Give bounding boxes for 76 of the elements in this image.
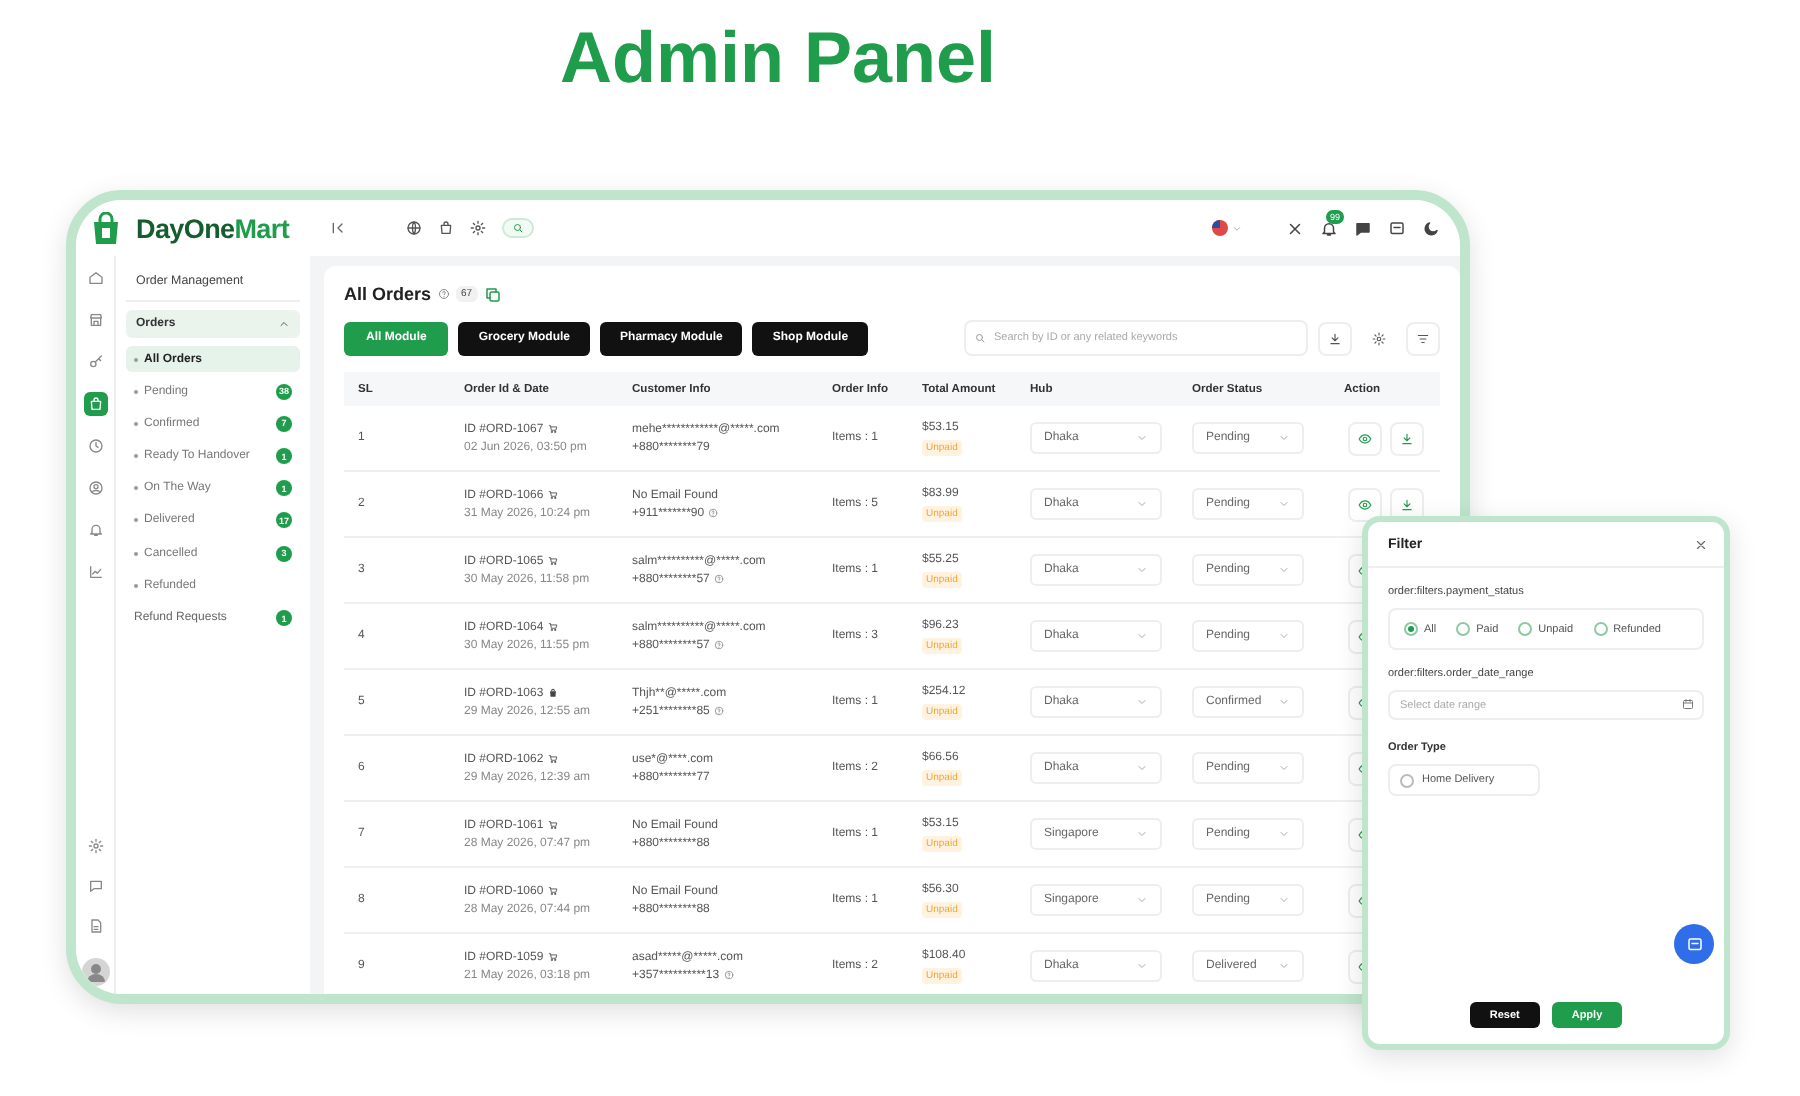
settings-icon bbox=[1372, 331, 1386, 345]
chevron-down-icon bbox=[1278, 498, 1290, 510]
chevron-down-icon bbox=[1136, 498, 1148, 510]
close-icon[interactable] bbox=[1286, 219, 1304, 237]
flag-icon bbox=[1212, 220, 1228, 236]
chevron-down-icon bbox=[1232, 223, 1242, 233]
view-button[interactable] bbox=[1348, 487, 1382, 521]
gear-icon[interactable] bbox=[87, 838, 103, 854]
chat-button[interactable] bbox=[1674, 924, 1714, 964]
settings-icon[interactable] bbox=[469, 220, 486, 236]
calendar-icon bbox=[1682, 698, 1694, 710]
checkbox[interactable] bbox=[1400, 773, 1414, 787]
chevron-down-icon bbox=[1278, 828, 1290, 840]
home-icon bbox=[87, 270, 103, 286]
chevron-down-icon bbox=[1136, 432, 1148, 444]
filter-icon bbox=[1416, 331, 1430, 345]
chevron-down-icon bbox=[1278, 696, 1290, 708]
globe-icon[interactable] bbox=[405, 220, 422, 236]
bag-icon bbox=[87, 396, 103, 412]
user-icon bbox=[87, 480, 103, 496]
chevron-down-icon bbox=[1136, 960, 1148, 972]
chevron-down-icon bbox=[1278, 630, 1290, 642]
help-icon bbox=[437, 288, 450, 300]
chat-icon bbox=[1685, 935, 1703, 953]
store-icon bbox=[87, 312, 103, 328]
search-icon bbox=[974, 332, 986, 344]
chart-icon bbox=[87, 564, 103, 580]
chat-icon[interactable] bbox=[1354, 219, 1372, 237]
rail-item[interactable] bbox=[83, 476, 107, 500]
chevron-down-icon bbox=[1278, 762, 1290, 774]
chevron-down-icon bbox=[1136, 696, 1148, 708]
document-icon[interactable] bbox=[87, 918, 103, 934]
logo-icon bbox=[92, 212, 120, 244]
chevron-down-icon bbox=[1136, 894, 1148, 906]
chevron-down-icon bbox=[1136, 564, 1148, 576]
brand-name: DayOneMart bbox=[136, 213, 290, 243]
page-heading: All Orders bbox=[344, 284, 432, 304]
chevron-down-icon bbox=[1136, 762, 1148, 774]
download-button[interactable] bbox=[1390, 421, 1424, 455]
search-button[interactable] bbox=[501, 218, 534, 238]
bag-icon[interactable] bbox=[437, 220, 454, 236]
radio-button[interactable] bbox=[1593, 622, 1608, 636]
chevron-down-icon bbox=[1136, 828, 1148, 840]
radio-button[interactable] bbox=[1404, 622, 1418, 636]
close-icon[interactable] bbox=[1694, 538, 1708, 552]
chevron-down-icon bbox=[1136, 630, 1148, 642]
language-selector[interactable] bbox=[1212, 220, 1242, 236]
download-icon bbox=[1328, 331, 1342, 345]
moon-icon[interactable] bbox=[1422, 219, 1440, 237]
bell-icon[interactable] bbox=[1320, 219, 1338, 237]
bell-icon bbox=[87, 522, 103, 538]
download-icon bbox=[1400, 431, 1414, 445]
radio-button[interactable] bbox=[1518, 622, 1533, 636]
collapse-icon[interactable] bbox=[329, 220, 346, 236]
rail-item[interactable] bbox=[83, 392, 107, 416]
rail-item[interactable] bbox=[83, 434, 107, 458]
eye-icon bbox=[1358, 431, 1372, 445]
chevron-down-icon bbox=[1278, 960, 1290, 972]
message-icon[interactable] bbox=[1388, 219, 1406, 237]
filter-button[interactable] bbox=[1406, 321, 1440, 355]
download-icon bbox=[1400, 497, 1414, 511]
view-button[interactable] bbox=[1348, 421, 1382, 455]
rail-item[interactable] bbox=[83, 266, 107, 290]
download-button[interactable] bbox=[1318, 321, 1352, 355]
clock-icon bbox=[87, 438, 103, 454]
avatar-icon[interactable] bbox=[81, 958, 109, 986]
key-icon bbox=[87, 354, 103, 370]
chevron-down-icon bbox=[1278, 564, 1290, 576]
chevron-down-icon bbox=[1278, 432, 1290, 444]
eye-icon bbox=[1358, 497, 1372, 511]
chevron-down-icon bbox=[1278, 894, 1290, 906]
radio-button[interactable] bbox=[1456, 622, 1471, 636]
chevron-up-icon bbox=[278, 318, 290, 330]
page-title: Admin Panel bbox=[560, 16, 997, 100]
copy-icon[interactable] bbox=[484, 285, 503, 303]
search-icon bbox=[511, 222, 524, 234]
